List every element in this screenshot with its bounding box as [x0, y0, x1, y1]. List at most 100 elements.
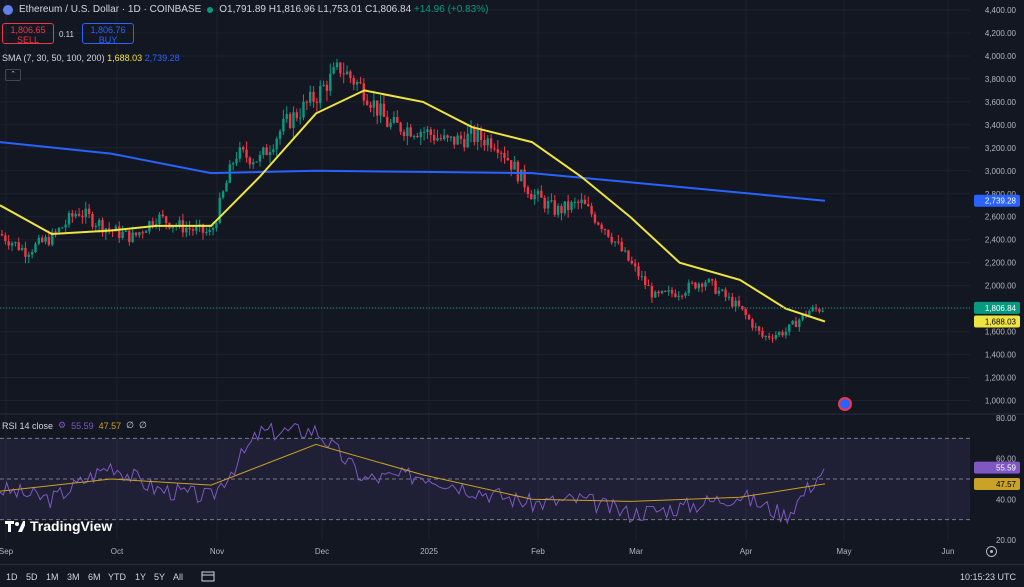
- range-ytd[interactable]: YTD: [108, 572, 126, 582]
- range-1d[interactable]: 1D: [6, 572, 18, 582]
- buy-button[interactable]: 1,806.76 BUY: [82, 23, 134, 45]
- rsi-value: 55.59: [71, 420, 94, 431]
- candle-body: [37, 237, 41, 244]
- candle-body: [788, 324, 791, 332]
- candle-body: [389, 122, 392, 127]
- open-value: O1,791.89: [219, 4, 266, 15]
- candle-body: [577, 201, 580, 203]
- sma-fast-axis-label: 1,688.03: [985, 317, 1017, 326]
- high-value: H1,816.96: [268, 4, 315, 15]
- candle-body: [412, 135, 416, 137]
- candle-body: [71, 213, 74, 217]
- calendar-icon[interactable]: [201, 570, 215, 582]
- range-5d[interactable]: 5D: [26, 572, 38, 582]
- candle-body: [600, 224, 603, 230]
- candle-body: [449, 136, 453, 138]
- candle-body: [268, 152, 272, 156]
- candle-body: [134, 232, 138, 236]
- candle-body: [379, 103, 382, 116]
- candle-body: [510, 160, 513, 170]
- price-tick-label: 1,200.00: [985, 374, 1017, 383]
- candle-body: [231, 163, 235, 165]
- candle-body: [272, 149, 275, 153]
- sell-button[interactable]: 1,806.65 SELL: [2, 23, 54, 45]
- candle-body: [479, 129, 483, 141]
- sma-legend[interactable]: SMA (7, 30, 50, 100, 200) 1,688.03 2,739…: [2, 53, 180, 63]
- candle-body: [416, 135, 419, 138]
- candle-body: [211, 228, 215, 231]
- rsi-empty-value-1: ∅: [126, 420, 135, 430]
- price-chart[interactable]: 1,000.001,200.001,400.001,600.001,800.00…: [0, 0, 1024, 586]
- candle-body: [667, 290, 670, 292]
- spread-value: 0.11: [59, 30, 74, 39]
- range-3m[interactable]: 3M: [67, 572, 80, 582]
- candle-body: [644, 276, 647, 285]
- candle-body: [77, 213, 81, 216]
- candle-body: [302, 101, 305, 118]
- candle-body: [687, 282, 690, 294]
- rsi-legend[interactable]: RSI 14 close ⚙ 55.59 47.57 ∅ ∅: [2, 420, 147, 431]
- candle-body: [714, 280, 717, 294]
- candle-body: [47, 236, 51, 245]
- candles: [0, 58, 824, 343]
- candle-body: [285, 114, 288, 119]
- price-tick-label: 4,400.00: [985, 6, 1017, 15]
- tradingview-logo: TradingView: [5, 518, 112, 534]
- candle-body: [516, 161, 520, 182]
- candle-body: [369, 104, 372, 108]
- candle-body: [650, 286, 654, 298]
- candle-body: [262, 147, 265, 156]
- rsi-empty-value-2: ∅: [139, 420, 147, 430]
- candle-body: [282, 118, 285, 132]
- candle-body: [677, 295, 680, 297]
- candle-body: [469, 127, 473, 134]
- price-tick-label: 2,000.00: [985, 282, 1017, 291]
- candle-body: [342, 73, 345, 75]
- rsi-legend-label: RSI 14 close: [2, 420, 54, 431]
- candle-body: [493, 148, 496, 150]
- candle-body: [503, 153, 506, 159]
- range-5y[interactable]: 5Y: [154, 572, 165, 582]
- candle-body: [7, 241, 10, 246]
- utc-clock[interactable]: 10:15:23 UTC: [960, 572, 1016, 582]
- candle-body: [617, 241, 620, 243]
- collapse-legend-icon[interactable]: ⌃: [5, 69, 21, 81]
- candle-body: [623, 250, 627, 252]
- candle-body: [205, 232, 208, 234]
- x-tick-label: Nov: [210, 547, 224, 556]
- symbol-title[interactable]: Ethereum / U.S. Dollar · 1D · COINBASE: [19, 4, 201, 15]
- candle-body: [87, 208, 91, 215]
- candle-body: [191, 229, 195, 231]
- rsi-settings-icon[interactable]: ⚙: [58, 420, 66, 431]
- candle-body: [513, 161, 516, 170]
- range-6m[interactable]: 6M: [88, 572, 101, 582]
- range-all[interactable]: All: [173, 572, 183, 582]
- candle-body: [372, 100, 376, 108]
- candle-body: [439, 138, 443, 140]
- candle-body: [747, 314, 751, 320]
- settings-gear-icon[interactable]: [986, 546, 997, 557]
- candle-body: [97, 220, 101, 226]
- range-1y[interactable]: 1Y: [135, 572, 146, 582]
- candle-body: [499, 152, 503, 154]
- candle-body: [553, 200, 556, 215]
- candle-body: [546, 201, 550, 209]
- candle-body: [530, 194, 533, 200]
- rsi-axis-label: 55.59: [996, 464, 1017, 473]
- candle-body: [144, 231, 148, 233]
- candle-body: [633, 263, 637, 267]
- candle-body: [138, 232, 141, 236]
- candle-body: [496, 149, 499, 153]
- candle-body: [322, 84, 325, 86]
- candle-body: [426, 129, 429, 132]
- last-price-axis-label: 1,806.84: [985, 304, 1017, 313]
- candle-body: [339, 62, 342, 74]
- candle-body: [563, 201, 566, 214]
- change-value: +14.96 (+0.83%): [413, 4, 489, 15]
- candle-body: [526, 187, 530, 195]
- candle-body: [355, 82, 359, 85]
- candle-body: [275, 138, 278, 150]
- price-tick-label: 3,200.00: [985, 144, 1017, 153]
- range-1m[interactable]: 1M: [46, 572, 59, 582]
- candle-body: [278, 131, 282, 139]
